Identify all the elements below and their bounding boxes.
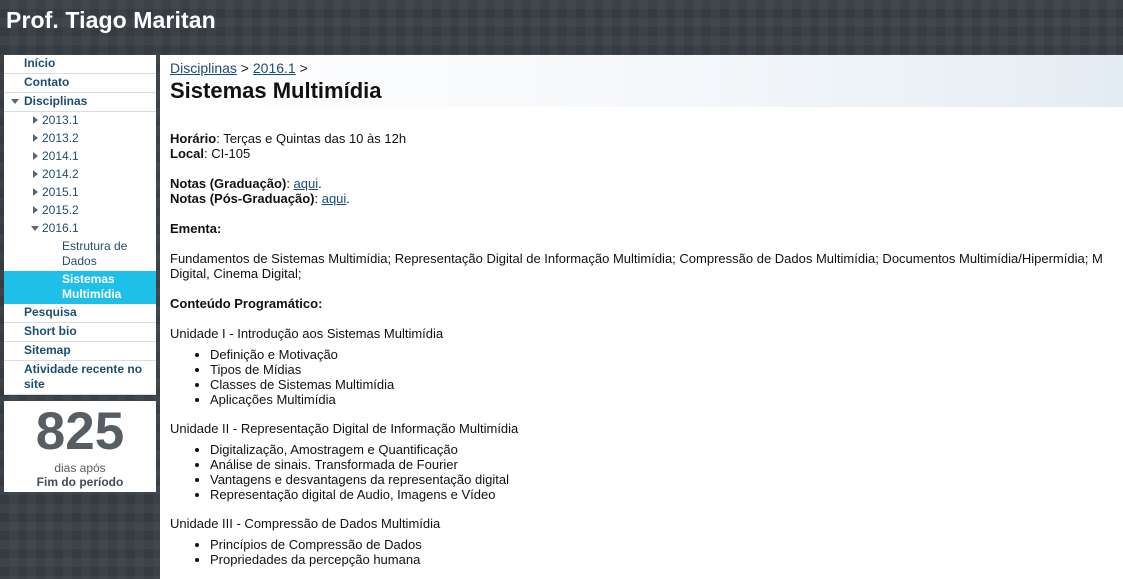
nav-item-2013-1[interactable]: 2013.1 [4, 112, 156, 130]
separator-text: : [286, 176, 294, 191]
horario-value: : Terças e Quintas das 10 às 12h [216, 131, 407, 146]
nav-item-disciplinas[interactable]: Disciplinas [4, 93, 156, 112]
local-value: : CI-105 [203, 146, 251, 161]
nav-item-atividade-recente[interactable]: Atividade recente no site [4, 361, 156, 395]
sidebar-nav: Início Contato Disciplinas 2013.1 2013.2… [4, 55, 156, 395]
list-item: Definição e Motivação [210, 347, 1120, 362]
horario-label: Horário [170, 131, 217, 146]
local-line: Local: CI-105 [170, 146, 1120, 161]
countdown-label: dias após [54, 461, 106, 475]
breadcrumb-disciplinas-link[interactable]: Disciplinas [170, 60, 237, 76]
notas-graduacao-label: Notas (Graduação) [170, 176, 287, 191]
notas-pos-graduacao-label: Notas (Pós-Graduação) [170, 191, 315, 206]
list-item: Tipos de Mídias [210, 362, 1120, 377]
breadcrumb-separator: > [236, 60, 253, 76]
unit-title: Unidade I - Introdução aos Sistemas Mult… [170, 326, 444, 341]
unit-topic-list: Digitalização, Amostragem e Quantificaçã… [170, 442, 1120, 502]
nav-item-inicio[interactable]: Início [4, 55, 156, 74]
page-body: Horário: Terças e Quintas das 10 às 12h … [170, 131, 1120, 573]
nav-item-2015-1[interactable]: 2015.1 [4, 184, 156, 202]
separator-text: : [314, 191, 322, 206]
nav-item-2015-2[interactable]: 2015.2 [4, 202, 156, 220]
main-content: Disciplinas > 2016.1 > Sistemas Multimíd… [160, 55, 1123, 579]
breadcrumb: Disciplinas > 2016.1 > [170, 60, 308, 76]
unit-title: Unidade III - Compressão de Dados Multim… [170, 516, 441, 531]
period-text: . [318, 176, 322, 191]
nav-item-2016-1[interactable]: 2016.1 [4, 220, 156, 238]
nav-item-2013-2[interactable]: 2013.2 [4, 130, 156, 148]
countdown-widget: 825 dias após Fim do período [4, 401, 156, 492]
list-item: Representação digital de Audio, Imagens … [210, 487, 1120, 502]
period-text: . [346, 191, 350, 206]
local-label: Local [170, 146, 204, 161]
nav-item-2014-1[interactable]: 2014.1 [4, 148, 156, 166]
notas-graduacao-line: Notas (Graduação): aqui. [170, 176, 1120, 191]
nav-item-sistemas-multimidia[interactable]: Sistemas Multimídia [4, 271, 156, 304]
countdown-event: Fim do período [36, 475, 124, 489]
site-title[interactable]: Prof. Tiago Maritan [6, 7, 216, 34]
nav-item-sitemap[interactable]: Sitemap [4, 342, 156, 361]
nav-item-short-bio[interactable]: Short bio [4, 323, 156, 342]
notas-graduacao-link[interactable]: aqui [294, 176, 319, 191]
list-item: Aplicações Multimídia [210, 392, 1120, 407]
list-item: Propriedades da percepção humana [210, 552, 1120, 567]
nav-item-pesquisa[interactable]: Pesquisa [4, 304, 156, 323]
notas-pos-graduacao-link[interactable]: aqui [322, 191, 347, 206]
ementa-heading: Ementa: [170, 221, 222, 236]
list-item: Vantagens e desvantagens da representaçã… [210, 472, 1120, 487]
notas-pos-graduacao-line: Notas (Pós-Graduação): aqui. [170, 191, 1120, 206]
page-title: Sistemas Multimídia [170, 78, 382, 103]
list-item: Digitalização, Amostragem e Quantificaçã… [210, 442, 1120, 457]
conteudo-heading: Conteúdo Programático: [170, 296, 323, 311]
nav-item-contato[interactable]: Contato [4, 74, 156, 93]
unit-topic-list: Definição e Motivação Tipos de Mídias Cl… [170, 347, 1120, 407]
unit-topic-list: Princípios de Compressão de Dados Propri… [170, 537, 1120, 567]
list-item: Princípios de Compressão de Dados [210, 537, 1120, 552]
countdown-number: 825 [35, 402, 125, 461]
site-header: Prof. Tiago Maritan [0, 0, 1123, 55]
unit-title: Unidade II - Representação Digital de In… [170, 421, 519, 436]
ementa-text: Fundamentos de Sistemas Multimídia; Repr… [170, 251, 1103, 281]
list-item: Classes de Sistemas Multimídia [210, 377, 1120, 392]
nav-item-2014-2[interactable]: 2014.2 [4, 166, 156, 184]
nav-item-estrutura-de-dados[interactable]: Estrutura de Dados [4, 238, 156, 271]
breadcrumb-2016-1-link[interactable]: 2016.1 [253, 60, 296, 76]
horario-line: Horário: Terças e Quintas das 10 às 12h [170, 131, 1120, 146]
sidebar: Início Contato Disciplinas 2013.1 2013.2… [4, 55, 156, 492]
list-item: Análise de sinais. Transformada de Fouri… [210, 457, 1120, 472]
breadcrumb-separator: > [295, 60, 308, 76]
